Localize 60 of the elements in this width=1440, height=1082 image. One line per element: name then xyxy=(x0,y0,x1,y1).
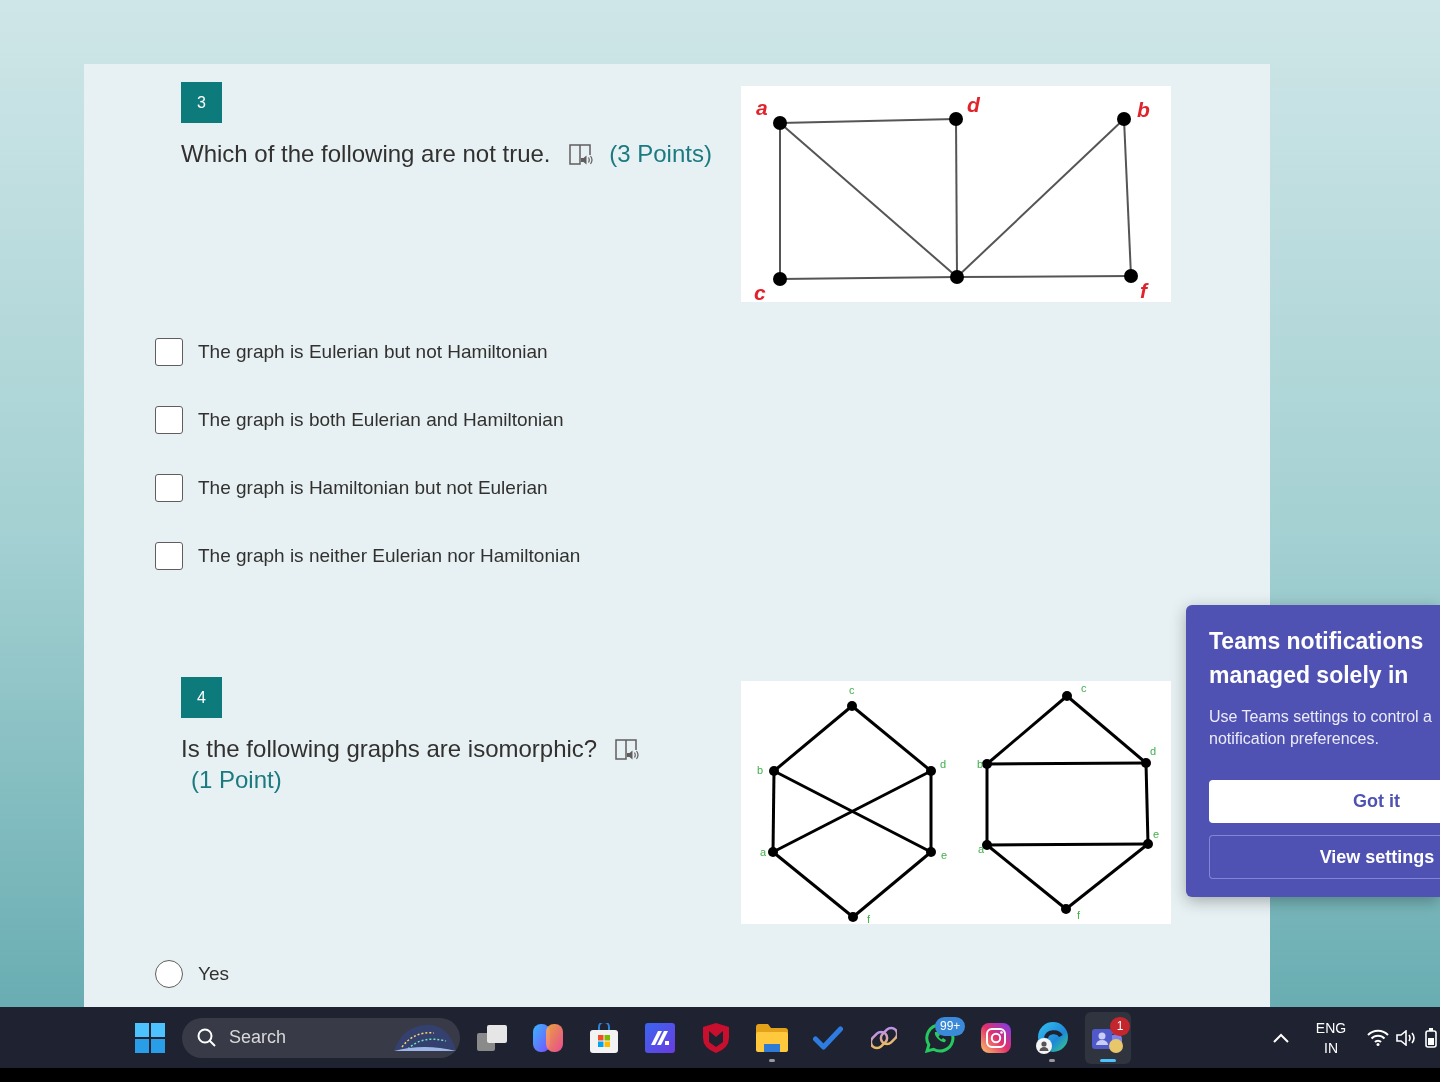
checkbox[interactable] xyxy=(155,474,183,502)
windows-logo-icon[interactable] xyxy=(135,1022,165,1053)
option-label: The graph is Hamiltonian but not Eulerian xyxy=(198,476,548,500)
camera-icon[interactable] xyxy=(981,1022,1011,1053)
vertex-label: a xyxy=(978,843,985,855)
checkbox[interactable] xyxy=(155,542,183,570)
vertex-label: f xyxy=(867,913,871,924)
question-number: 4 xyxy=(181,677,222,718)
vertex-label: b xyxy=(757,764,764,776)
browser-swirl-icon[interactable] xyxy=(1036,1021,1068,1054)
checkbox[interactable] xyxy=(155,406,183,434)
chevron-up-icon[interactable] xyxy=(1273,1032,1289,1043)
vertex-label: f xyxy=(1077,909,1081,921)
folder-icon[interactable] xyxy=(756,1023,788,1052)
notification-title: Teams notifications managed solely in xyxy=(1209,627,1425,690)
vertex-label: e xyxy=(1153,828,1160,840)
vertex-label: a xyxy=(760,846,767,858)
battery-icon[interactable] xyxy=(1425,1027,1437,1048)
vertex-label: c xyxy=(754,281,766,302)
option-label: The graph is neither Eulerian nor Hamiltonian xyxy=(198,544,581,568)
shield-icon[interactable] xyxy=(703,1022,729,1053)
confirm-button[interactable]: Got it xyxy=(1209,780,1440,823)
twin-pill-icon[interactable] xyxy=(533,1023,563,1052)
book-speaker-icon[interactable] xyxy=(615,739,640,761)
search-input[interactable]: Search xyxy=(229,1024,379,1051)
vertex-label: b xyxy=(977,758,984,770)
vertex-label: c xyxy=(849,684,855,696)
overlapping-squares-icon[interactable] xyxy=(477,1024,507,1051)
slash-tile-icon[interactable] xyxy=(645,1022,675,1053)
checkmark-icon[interactable] xyxy=(813,1025,843,1050)
vertex-label: e xyxy=(941,849,948,861)
language-indicator[interactable]: ENG IN xyxy=(1311,1017,1351,1058)
search-field[interactable]: Search xyxy=(182,1017,460,1058)
points-label: (3 Points) xyxy=(609,139,712,169)
notification-message: Use Teams settings to control a notification preferences. xyxy=(1209,707,1433,749)
vertex-label: d xyxy=(1150,745,1157,757)
checkbox[interactable] xyxy=(155,338,183,366)
settings-button[interactable]: View settings xyxy=(1209,835,1440,879)
search-icon xyxy=(197,1028,216,1047)
option-label: Yes xyxy=(198,962,229,986)
shopping-bag-icon[interactable] xyxy=(590,1022,618,1053)
question-text: Is the following graphs are isomorphic? xyxy=(181,735,598,762)
volume-icon[interactable] xyxy=(1396,1029,1416,1046)
option-label: The graph is both Eulerian and Hamiltonian xyxy=(198,408,564,432)
notification-badge: 99+ xyxy=(935,1016,966,1036)
vertex-label: c xyxy=(1081,682,1087,694)
vertex-label: f xyxy=(1140,279,1147,302)
question-text: Which of the following are not true. xyxy=(181,140,551,167)
radio-button[interactable] xyxy=(155,960,183,988)
book-speaker-icon[interactable] xyxy=(568,144,593,166)
vertex-label: d xyxy=(940,758,947,770)
option-label: The graph is Eulerian but not Hamiltonian xyxy=(198,340,548,364)
question-number: 3 xyxy=(181,82,222,123)
vertex-label: b xyxy=(1137,98,1150,121)
points-label: (1 Point) xyxy=(191,765,282,795)
vertex-label: a xyxy=(756,96,768,119)
landscape-illustration xyxy=(394,1022,456,1053)
chain-link-icon[interactable] xyxy=(871,1024,897,1051)
wifi-icon[interactable] xyxy=(1367,1029,1389,1046)
vertex-label: d xyxy=(967,93,980,116)
